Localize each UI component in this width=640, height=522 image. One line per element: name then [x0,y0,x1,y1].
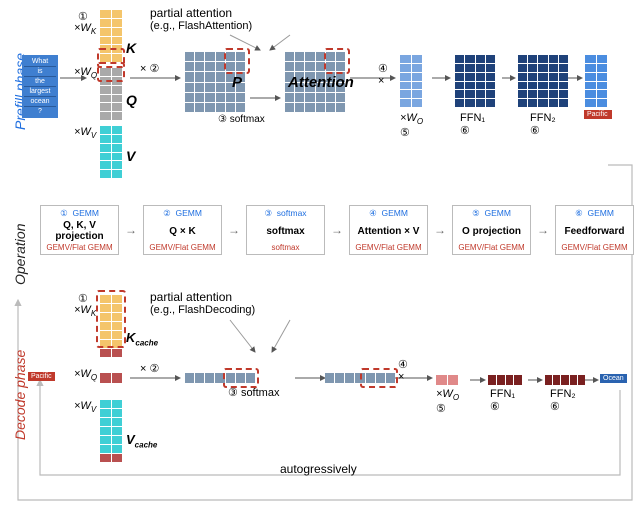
matrix-attnv-decode [436,375,458,385]
decode-phase-label: Decode phase [12,350,28,440]
matrix-p-decode [185,373,255,383]
matrix-kcache [100,295,122,357]
opbox-6: ⑥ GEMM Feedforward GEMV/Flat GEMM [555,205,634,255]
op-arrow-icon: → [331,205,343,255]
p-label: P [232,74,242,91]
partial-attention-eg: (e.g., FlashAttention) [150,20,252,32]
matrix-output-prefill [585,55,607,107]
matrix-ffn-hidden [518,55,568,107]
partial-attention-decode: partial attention [150,290,232,304]
decode-ffn2: FFN₂⑥ [550,388,576,413]
q-label: Q [126,92,137,108]
decode-wq: ×WQ [74,368,97,382]
matrix-q [100,68,122,120]
v-label: V [126,148,135,164]
matrix-q-decode [100,373,122,383]
op-arrow-icon: → [537,205,549,255]
op-arrow-icon: → [434,205,446,255]
wk-text: ×WK [74,22,96,36]
opbox-2: ② GEMM Q × K GEMV/Flat GEMM [143,205,222,255]
decode-wv: ×WV [74,400,96,414]
attention-label: Attention [288,74,354,91]
wq-text: ×WQ [74,66,97,80]
opbox-4: ④ GEMM Attention × V GEMV/Flat GEMM [349,205,428,255]
matrix-k [100,10,122,62]
softmax-label: ③ softmax [218,114,265,125]
opbox-3: ③ softmax softmax softmax [246,205,325,255]
vcache-label: Vcache [126,432,157,450]
matrix-vcache [100,400,122,462]
wv-text: ×WV [74,126,96,140]
opbox-1: ① GEMM Q, K, V projection GEMV/Flat GEMM [40,205,119,255]
decode-step2: × ② [140,362,159,375]
partial-attention-label: partial attention [150,6,232,20]
input-tokens: What is the largest ocean ? [22,55,58,118]
matrix-ffn1-decode [488,375,522,385]
op-arrow-icon: → [125,205,137,255]
k-label: K [126,40,136,56]
step4-mul: ④× [378,62,388,87]
matrix-ffn1 [455,55,495,107]
operation-label: Operation [12,224,28,285]
decode-ffn1: FFN₁⑥ [490,388,515,413]
input-token-decode: Pacific [28,372,55,381]
step2-mul: × ② [140,62,159,75]
matrix-ffnh-decode [545,375,585,385]
operation-row: ① GEMM Q, K, V projection GEMV/Flat GEMM… [40,205,634,255]
decode-wo: ×WO⑤ [436,388,459,415]
ffn1-label: FFN₁⑥ [460,112,485,137]
matrix-attn-decode [325,373,395,383]
wo-label: ×WO⑤ [400,112,423,139]
ffn2-label: FFN₂⑥ [530,112,556,137]
decode-wk: ×WK [74,304,96,318]
matrix-attnv [400,55,422,107]
op-arrow-icon: → [228,205,240,255]
decode-step4: ④× [398,358,408,383]
opbox-5: ⑤ GEMM O projection GEMV/Flat GEMM [452,205,531,255]
autoregressive-label: autogressively [280,462,357,476]
output-token-decode: Ocean [600,374,627,383]
partial-attention-decode-eg: (e.g., FlashDecoding) [150,304,255,316]
decode-softmax: ③ softmax [228,386,279,399]
kcache-label: Kcache [126,330,158,348]
output-token-prefill: Pacific [584,110,612,119]
matrix-v [100,126,122,178]
